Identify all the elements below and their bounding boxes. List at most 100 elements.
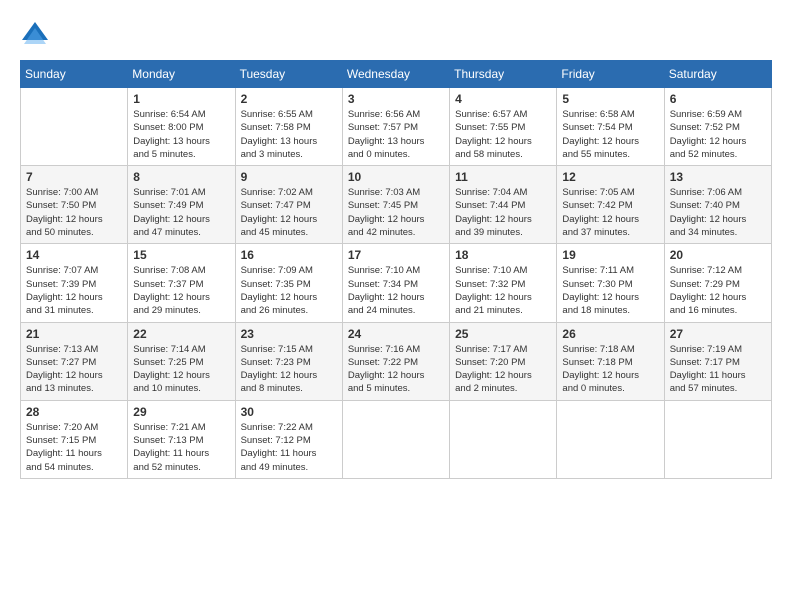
- day-info: Sunrise: 7:18 AM Sunset: 7:18 PM Dayligh…: [562, 343, 658, 396]
- day-info: Sunrise: 7:21 AM Sunset: 7:13 PM Dayligh…: [133, 421, 229, 474]
- calendar-cell: 23 Sunrise: 7:15 AM Sunset: 7:23 PM Dayli…: [235, 322, 342, 400]
- calendar-cell: 24Sunrise: 7:16 AM Sunset: 7:22 PM Dayli…: [342, 322, 449, 400]
- day-number: 13: [670, 170, 766, 184]
- calendar-cell: [664, 400, 771, 478]
- day-number: 23: [241, 327, 337, 341]
- day-info: Sunrise: 7:07 AM Sunset: 7:39 PM Dayligh…: [26, 264, 122, 317]
- calendar-cell: 7 Sunrise: 7:00 AM Sunset: 7:50 PM Daylig…: [21, 166, 128, 244]
- day-number: 8: [133, 170, 229, 184]
- column-header-saturday: Saturday: [664, 61, 771, 88]
- calendar-cell: 12Sunrise: 7:05 AM Sunset: 7:42 PM Dayli…: [557, 166, 664, 244]
- calendar-cell: 10 Sunrise: 7:03 AM Sunset: 7:45 PM Dayli…: [342, 166, 449, 244]
- day-info: Sunrise: 7:14 AM Sunset: 7:25 PM Dayligh…: [133, 343, 229, 396]
- day-info: Sunrise: 7:02 AM Sunset: 7:47 PM Dayligh…: [241, 186, 337, 239]
- day-number: 11: [455, 170, 551, 184]
- calendar-week-row: 7 Sunrise: 7:00 AM Sunset: 7:50 PM Daylig…: [21, 166, 772, 244]
- day-info: Sunrise: 6:54 AM Sunset: 8:00 PM Dayligh…: [133, 108, 229, 161]
- calendar-cell: 1 Sunrise: 6:54 AM Sunset: 8:00 PM Daylig…: [128, 88, 235, 166]
- calendar-cell: 26 Sunrise: 7:18 AM Sunset: 7:18 PM Dayli…: [557, 322, 664, 400]
- page-header: [20, 20, 772, 50]
- calendar-cell: 9 Sunrise: 7:02 AM Sunset: 7:47 PM Daylig…: [235, 166, 342, 244]
- calendar-cell: 8Sunrise: 7:01 AM Sunset: 7:49 PM Daylig…: [128, 166, 235, 244]
- day-info: Sunrise: 6:59 AM Sunset: 7:52 PM Dayligh…: [670, 108, 766, 161]
- day-number: 4: [455, 92, 551, 106]
- day-info: Sunrise: 7:06 AM Sunset: 7:40 PM Dayligh…: [670, 186, 766, 239]
- day-info: Sunrise: 7:20 AM Sunset: 7:15 PM Dayligh…: [26, 421, 122, 474]
- calendar-table: SundayMondayTuesdayWednesdayThursdayFrid…: [20, 60, 772, 479]
- calendar-week-row: 21 Sunrise: 7:13 AM Sunset: 7:27 PM Dayli…: [21, 322, 772, 400]
- day-number: 14: [26, 248, 122, 262]
- calendar-cell: 14 Sunrise: 7:07 AM Sunset: 7:39 PM Dayli…: [21, 244, 128, 322]
- day-info: Sunrise: 7:10 AM Sunset: 7:32 PM Dayligh…: [455, 264, 551, 317]
- calendar-week-row: 28 Sunrise: 7:20 AM Sunset: 7:15 PM Dayli…: [21, 400, 772, 478]
- day-number: 21: [26, 327, 122, 341]
- calendar-cell: 19 Sunrise: 7:11 AM Sunset: 7:30 PM Dayli…: [557, 244, 664, 322]
- day-number: 22: [133, 327, 229, 341]
- calendar-cell: 13 Sunrise: 7:06 AM Sunset: 7:40 PM Dayli…: [664, 166, 771, 244]
- day-number: 15: [133, 248, 229, 262]
- day-info: Sunrise: 7:15 AM Sunset: 7:23 PM Dayligh…: [241, 343, 337, 396]
- day-info: Sunrise: 7:12 AM Sunset: 7:29 PM Dayligh…: [670, 264, 766, 317]
- day-info: Sunrise: 6:55 AM Sunset: 7:58 PM Dayligh…: [241, 108, 337, 161]
- calendar-cell: [342, 400, 449, 478]
- day-number: 17: [348, 248, 444, 262]
- day-info: Sunrise: 7:10 AM Sunset: 7:34 PM Dayligh…: [348, 264, 444, 317]
- day-number: 30: [241, 405, 337, 419]
- calendar-cell: 28 Sunrise: 7:20 AM Sunset: 7:15 PM Dayli…: [21, 400, 128, 478]
- calendar-cell: 17 Sunrise: 7:10 AM Sunset: 7:34 PM Dayli…: [342, 244, 449, 322]
- calendar-cell: 20 Sunrise: 7:12 AM Sunset: 7:29 PM Dayli…: [664, 244, 771, 322]
- day-number: 6: [670, 92, 766, 106]
- day-info: Sunrise: 7:09 AM Sunset: 7:35 PM Dayligh…: [241, 264, 337, 317]
- calendar-cell: 6 Sunrise: 6:59 AM Sunset: 7:52 PM Daylig…: [664, 88, 771, 166]
- day-info: Sunrise: 6:58 AM Sunset: 7:54 PM Dayligh…: [562, 108, 658, 161]
- calendar-cell: 25 Sunrise: 7:17 AM Sunset: 7:20 PM Dayli…: [450, 322, 557, 400]
- column-header-thursday: Thursday: [450, 61, 557, 88]
- day-number: 26: [562, 327, 658, 341]
- day-number: 3: [348, 92, 444, 106]
- day-number: 12: [562, 170, 658, 184]
- day-info: Sunrise: 7:03 AM Sunset: 7:45 PM Dayligh…: [348, 186, 444, 239]
- day-number: 2: [241, 92, 337, 106]
- column-header-wednesday: Wednesday: [342, 61, 449, 88]
- day-info: Sunrise: 7:00 AM Sunset: 7:50 PM Dayligh…: [26, 186, 122, 239]
- day-info: Sunrise: 7:04 AM Sunset: 7:44 PM Dayligh…: [455, 186, 551, 239]
- calendar-cell: 30 Sunrise: 7:22 AM Sunset: 7:12 PM Dayli…: [235, 400, 342, 478]
- calendar-cell: 16Sunrise: 7:09 AM Sunset: 7:35 PM Dayli…: [235, 244, 342, 322]
- column-header-friday: Friday: [557, 61, 664, 88]
- day-info: Sunrise: 7:13 AM Sunset: 7:27 PM Dayligh…: [26, 343, 122, 396]
- day-number: 27: [670, 327, 766, 341]
- day-info: Sunrise: 6:57 AM Sunset: 7:55 PM Dayligh…: [455, 108, 551, 161]
- day-number: 19: [562, 248, 658, 262]
- day-info: Sunrise: 7:11 AM Sunset: 7:30 PM Dayligh…: [562, 264, 658, 317]
- calendar-cell: 21 Sunrise: 7:13 AM Sunset: 7:27 PM Dayli…: [21, 322, 128, 400]
- day-number: 25: [455, 327, 551, 341]
- calendar-header-row: SundayMondayTuesdayWednesdayThursdayFrid…: [21, 61, 772, 88]
- calendar-cell: 22 Sunrise: 7:14 AM Sunset: 7:25 PM Dayli…: [128, 322, 235, 400]
- calendar-cell: 29Sunrise: 7:21 AM Sunset: 7:13 PM Dayli…: [128, 400, 235, 478]
- day-number: 10: [348, 170, 444, 184]
- day-number: 9: [241, 170, 337, 184]
- day-info: Sunrise: 6:56 AM Sunset: 7:57 PM Dayligh…: [348, 108, 444, 161]
- logo: [20, 20, 54, 50]
- calendar-cell: 15Sunrise: 7:08 AM Sunset: 7:37 PM Dayli…: [128, 244, 235, 322]
- calendar-cell: 5 Sunrise: 6:58 AM Sunset: 7:54 PM Daylig…: [557, 88, 664, 166]
- day-number: 5: [562, 92, 658, 106]
- calendar-week-row: 14 Sunrise: 7:07 AM Sunset: 7:39 PM Dayli…: [21, 244, 772, 322]
- calendar-cell: 3 Sunrise: 6:56 AM Sunset: 7:57 PM Daylig…: [342, 88, 449, 166]
- calendar-cell: [557, 400, 664, 478]
- column-header-monday: Monday: [128, 61, 235, 88]
- calendar-week-row: 1 Sunrise: 6:54 AM Sunset: 8:00 PM Daylig…: [21, 88, 772, 166]
- day-number: 28: [26, 405, 122, 419]
- day-info: Sunrise: 7:22 AM Sunset: 7:12 PM Dayligh…: [241, 421, 337, 474]
- day-number: 1: [133, 92, 229, 106]
- day-number: 7: [26, 170, 122, 184]
- day-number: 24: [348, 327, 444, 341]
- calendar-cell: 2 Sunrise: 6:55 AM Sunset: 7:58 PM Daylig…: [235, 88, 342, 166]
- calendar-cell: 4 Sunrise: 6:57 AM Sunset: 7:55 PM Daylig…: [450, 88, 557, 166]
- day-number: 20: [670, 248, 766, 262]
- day-info: Sunrise: 7:17 AM Sunset: 7:20 PM Dayligh…: [455, 343, 551, 396]
- calendar-cell: 11 Sunrise: 7:04 AM Sunset: 7:44 PM Dayli…: [450, 166, 557, 244]
- calendar-cell: 18Sunrise: 7:10 AM Sunset: 7:32 PM Dayli…: [450, 244, 557, 322]
- day-info: Sunrise: 7:19 AM Sunset: 7:17 PM Dayligh…: [670, 343, 766, 396]
- column-header-tuesday: Tuesday: [235, 61, 342, 88]
